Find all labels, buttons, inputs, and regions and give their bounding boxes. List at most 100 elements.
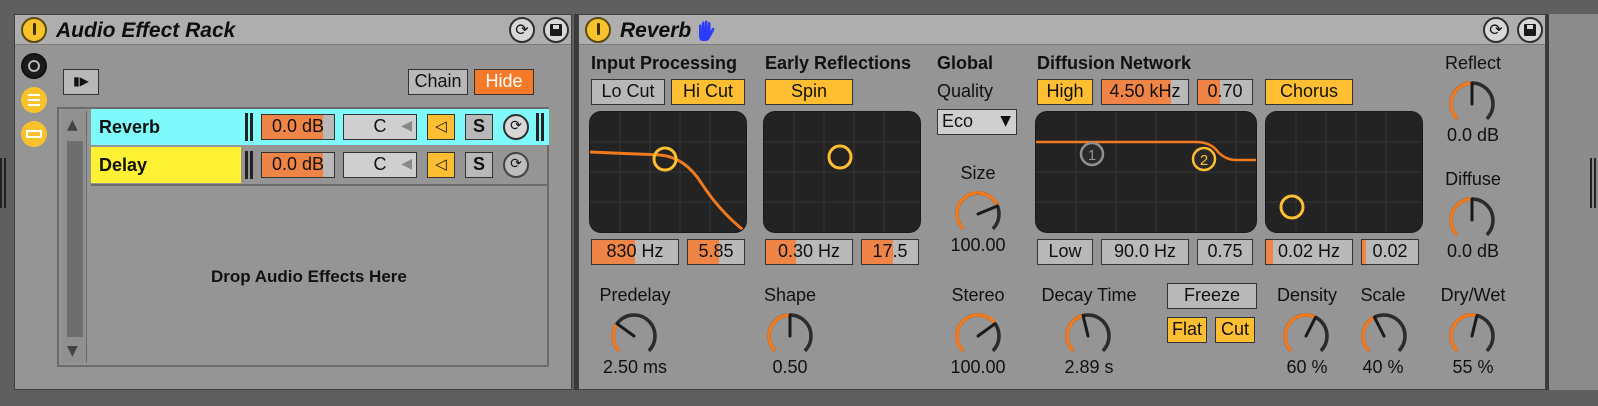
node-2-label: 2 — [1200, 152, 1208, 169]
lo-cut-button[interactable]: Lo Cut — [591, 79, 665, 105]
density-knob[interactable] — [1279, 309, 1333, 363]
chain-button[interactable]: Chain — [408, 69, 468, 95]
low-shelf-button[interactable]: Low — [1037, 239, 1093, 265]
shape-label: Shape — [763, 285, 817, 305]
chain-volume[interactable]: 0.0 dB — [261, 152, 335, 178]
chain-pan[interactable]: C ◀ — [343, 114, 417, 140]
spin-rate[interactable]: 0.30 Hz — [765, 239, 853, 265]
chain-row-reverb[interactable]: Reverb 0.0 dB C ◀ ◁ S ⟳ — [91, 109, 549, 145]
density-value: 60 % — [1286, 357, 1328, 377]
hot-swap-icon[interactable]: ⟳ — [509, 17, 535, 43]
spin-amount[interactable]: 17.5 — [861, 239, 919, 265]
chain-list-icon[interactable] — [21, 87, 47, 113]
size-value: 100.00 — [950, 235, 1006, 255]
flat-button[interactable]: Flat — [1167, 317, 1207, 343]
chain-list-scrollbar[interactable]: ▲ ▼ — [61, 111, 87, 363]
scroll-down-icon[interactable]: ▼ — [67, 343, 78, 359]
spin-handle[interactable] — [827, 144, 853, 170]
chain-row-delay[interactable]: Delay 0.0 dB C ◀ ◁ S ⟳ — [91, 147, 549, 183]
macro-view-icon[interactable] — [21, 53, 47, 79]
chorus-display[interactable] — [1265, 111, 1423, 233]
chevron-down-icon: ▼ — [1000, 113, 1011, 129]
save-preset-icon[interactable] — [1517, 17, 1543, 43]
node-1-label: 1 — [1088, 147, 1096, 164]
chain-list-divider — [91, 184, 549, 186]
diffuse-label: Diffuse — [1445, 169, 1501, 189]
decay-time-knob[interactable] — [1061, 309, 1115, 363]
shape-knob[interactable] — [763, 309, 817, 363]
reverb-title-bar[interactable]: Reverb ⟳ — [579, 15, 1545, 45]
dry-wet-knob[interactable] — [1445, 309, 1499, 363]
save-preset-icon[interactable] — [543, 17, 569, 43]
devices-view-icon[interactable] — [21, 121, 47, 147]
chain-activator-speaker-icon[interactable]: ◁ — [427, 152, 455, 178]
stereo-label: Stereo — [951, 285, 1005, 305]
early-reflections-heading: Early Reflections — [765, 53, 912, 73]
auto-select-icon[interactable]: ▮▶ — [63, 69, 99, 95]
stereo-value: 100.00 — [950, 357, 1006, 377]
shape-value: 0.50 — [772, 357, 808, 377]
input-filter-q[interactable]: 5.85 — [687, 239, 745, 265]
chain-solo-button[interactable]: S — [465, 114, 493, 140]
rack-power-icon[interactable] — [21, 17, 47, 43]
chorus-button[interactable]: Chorus — [1265, 79, 1353, 105]
dry-wet-label: Dry/Wet — [1440, 285, 1506, 305]
chain-drag-handle[interactable] — [245, 151, 253, 179]
chain-activator-speaker-icon[interactable]: ◁ — [427, 114, 455, 140]
scroll-up-icon[interactable]: ▲ — [67, 117, 78, 133]
high-shelf-freq[interactable]: 4.50 kHz — [1101, 79, 1189, 105]
chain-drag-handle[interactable] — [245, 113, 253, 141]
diffuse-knob[interactable] — [1445, 193, 1499, 247]
chorus-amount[interactable]: 0.02 — [1361, 239, 1419, 265]
chain-hot-swap-icon[interactable]: ⟳ — [503, 152, 529, 178]
freeze-button[interactable]: Freeze — [1167, 283, 1257, 309]
size-label: Size — [960, 163, 996, 183]
reverb-power-icon[interactable] — [585, 17, 611, 43]
chain-volume[interactable]: 0.0 dB — [261, 114, 335, 140]
reflect-label: Reflect — [1444, 53, 1502, 73]
chain-name: Reverb — [99, 117, 161, 137]
input-filter-display[interactable] — [589, 111, 747, 233]
global-heading: Global — [937, 53, 994, 73]
hot-swap-icon[interactable]: ⟳ — [1483, 17, 1509, 43]
low-shelf-freq[interactable]: 90.0 Hz — [1101, 239, 1189, 265]
reverb-title: Reverb — [620, 19, 692, 42]
predelay-value: 2.50 ms — [602, 357, 668, 377]
rack-title-bar[interactable]: Audio Effect Rack ⟳ — [15, 15, 571, 45]
chain-pan[interactable]: C ◀ — [343, 152, 417, 178]
reflect-knob[interactable] — [1445, 77, 1499, 131]
predelay-label: Predelay — [599, 285, 671, 305]
input-processing-heading: Input Processing — [591, 53, 738, 73]
chain-solo-button[interactable]: S — [465, 152, 493, 178]
right-edge-handle — [1590, 158, 1596, 208]
stereo-knob[interactable] — [951, 309, 1005, 363]
hi-cut-button[interactable]: Hi Cut — [671, 79, 745, 105]
audio-effect-rack: Audio Effect Rack ⟳ ▮▶ Chain Hide ▲ ▼ Re… — [14, 14, 572, 390]
reverb-device: Reverb ⟳ Input Processing Lo Cut Hi Cut … — [578, 14, 1546, 390]
chain-hot-swap-icon[interactable]: ⟳ — [503, 114, 529, 140]
rack-title: Audio Effect Rack — [56, 19, 236, 42]
decay-time-value: 2.89 s — [1064, 357, 1114, 377]
high-shelf-amount[interactable]: 0.70 — [1197, 79, 1253, 105]
chorus-handle[interactable] — [1279, 194, 1305, 220]
predelay-knob[interactable] — [607, 309, 661, 363]
early-reflections-display[interactable] — [763, 111, 921, 233]
dry-wet-value: 55 % — [1452, 357, 1494, 377]
chain-name-cell[interactable]: Delay — [91, 147, 241, 183]
scale-value: 40 % — [1362, 357, 1404, 377]
chorus-rate[interactable]: 0.02 Hz — [1265, 239, 1353, 265]
decay-time-label: Decay Time — [1041, 285, 1137, 305]
hide-button[interactable]: Hide — [474, 69, 534, 95]
size-knob[interactable] — [951, 187, 1005, 241]
scale-label: Scale — [1360, 285, 1406, 305]
diffusion-shelf-display[interactable]: 1 2 — [1035, 111, 1257, 233]
scale-knob[interactable] — [1357, 309, 1411, 363]
high-shelf-button[interactable]: High — [1037, 79, 1093, 105]
drop-hint: Drop Audio Effects Here — [211, 267, 407, 286]
spin-button[interactable]: Spin — [765, 79, 853, 105]
input-filter-freq[interactable]: 830 Hz — [591, 239, 679, 265]
quality-label: Quality — [937, 81, 994, 101]
quality-select[interactable]: Eco ▼ — [937, 109, 1017, 135]
low-shelf-amount[interactable]: 0.75 — [1197, 239, 1253, 265]
cut-button[interactable]: Cut — [1215, 317, 1255, 343]
